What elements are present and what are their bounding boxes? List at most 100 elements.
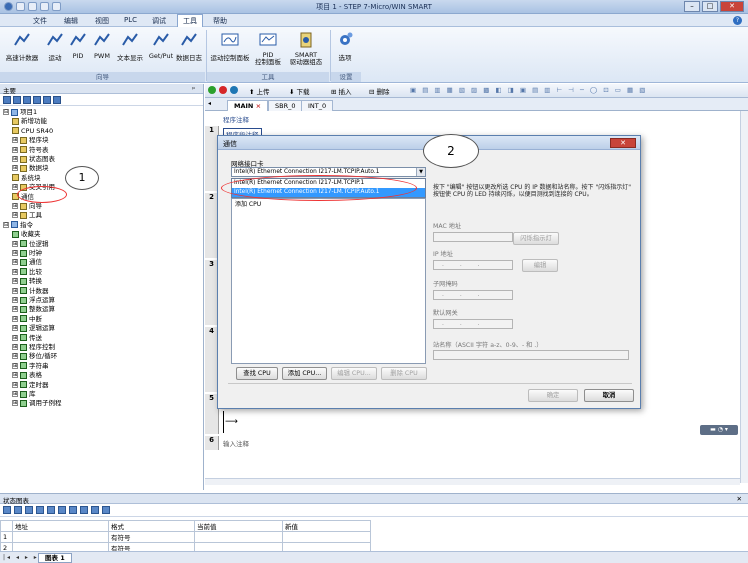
menu-file[interactable]: 文件 xyxy=(33,16,47,26)
menu-help[interactable]: 帮助 xyxy=(213,16,227,26)
expand-icon[interactable]: ⊞ xyxy=(12,306,18,313)
add-cpu-list-item[interactable]: 添加 CPU xyxy=(235,199,261,208)
menu-tools[interactable]: 工具 xyxy=(177,14,203,27)
rung-arrow-icon[interactable]: ⟶ xyxy=(225,417,238,427)
pid-wizard-button[interactable]: PID xyxy=(69,31,87,60)
find-cpu-button[interactable]: 查找 CPU xyxy=(236,367,278,380)
tree-item[interactable]: ⊞ 通信 xyxy=(12,258,42,267)
expand-icon[interactable]: ⊞ xyxy=(12,287,18,294)
chart-tool-icon[interactable] xyxy=(58,506,66,514)
expand-icon[interactable]: ⊞ xyxy=(12,156,18,162)
expand-icon[interactable]: ⊞ xyxy=(12,381,18,388)
close-window-button[interactable]: ✕ xyxy=(720,1,744,12)
chart-tool-icon[interactable] xyxy=(3,506,11,514)
tree-item[interactable]: ⊞ 移位/循环 xyxy=(12,352,57,361)
expand-icon[interactable]: ⊞ xyxy=(12,146,18,153)
expand-icon[interactable]: ⊞ xyxy=(12,250,18,256)
tab-chart-1[interactable]: 图表 1 xyxy=(38,553,72,563)
table-cell[interactable] xyxy=(282,531,371,543)
chart-tool-icon[interactable] xyxy=(14,506,22,514)
expand-icon[interactable]: ⊞ xyxy=(12,212,18,219)
menu-debug[interactable]: 调试 xyxy=(152,16,166,26)
collapse-icon[interactable]: ⊟ xyxy=(3,109,9,115)
pin-icon[interactable]: ᵖ xyxy=(192,85,195,93)
expand-icon[interactable]: ⊞ xyxy=(12,400,18,407)
expand-icon[interactable]: ⊞ xyxy=(12,362,18,369)
upload-button[interactable]: ⬆ 上传 xyxy=(249,86,270,96)
minimize-button[interactable]: – xyxy=(684,1,700,12)
tree-item[interactable]: ⊞ 字符串 xyxy=(12,362,49,371)
floating-toolbar-widget[interactable]: ▬ ◔ ▾ xyxy=(700,425,738,435)
tree-item[interactable]: 系统块 xyxy=(12,174,41,183)
tree-item[interactable]: CPU SR40 xyxy=(12,127,53,136)
tree-item[interactable]: ⊞ 转换 xyxy=(12,277,42,286)
cpu-list[interactable]: 添加 CPU xyxy=(231,198,426,364)
maximize-button[interactable]: □ xyxy=(702,1,718,12)
edit-ip-button[interactable]: 编辑 xyxy=(522,259,558,272)
insert-button[interactable]: ⊞ 插入 xyxy=(331,86,352,96)
download-button[interactable]: ⬇ 下载 xyxy=(289,86,310,96)
tree-item[interactable]: ⊞ 程序控制 xyxy=(12,343,55,352)
run-icon[interactable] xyxy=(208,86,216,94)
tree-item[interactable]: ⊞ 逻辑运算 xyxy=(12,324,55,333)
cancel-button[interactable]: 取消 xyxy=(584,389,634,402)
dialog-close-button[interactable]: ✕ xyxy=(610,138,636,148)
smart-drive-button[interactable]: SMART 驱动器组态 xyxy=(285,31,327,66)
tab-int0[interactable]: INT_0 xyxy=(301,100,334,111)
delete-button[interactable]: ⊟ 删除 xyxy=(369,86,390,96)
tree-item[interactable]: ⊞ 整数运算 xyxy=(12,305,55,314)
options-button[interactable]: 选项 xyxy=(334,31,356,62)
expand-icon[interactable]: ⊞ xyxy=(12,268,18,275)
datalog-wizard-button[interactable]: 数据日志 xyxy=(175,31,203,62)
toolbar-icons[interactable]: ▣ ▤ ▥ ▦ ▧ ▨ ▩ ◧ ◨ ▣ ▤ ▥ ⊢ ⊣ ─ ◯ ⊡ ▭ ▦ ▧ xyxy=(410,86,647,94)
getput-wizard-button[interactable]: Get/Put xyxy=(147,31,175,60)
chart-tool-icon[interactable] xyxy=(25,506,33,514)
tree-tool-icon[interactable] xyxy=(53,96,61,104)
tree-item[interactable]: ⊞ 库 xyxy=(12,390,36,399)
tree-item[interactable]: ⊞ 数据块 xyxy=(12,164,49,173)
chart-tool-icon[interactable] xyxy=(47,506,55,514)
expand-icon[interactable]: ⊞ xyxy=(12,372,18,379)
tree-item[interactable]: 收藏夹 xyxy=(12,230,41,239)
pid-panel-button[interactable]: PID 控制面板 xyxy=(253,31,283,66)
pwm-wizard-button[interactable]: PWM xyxy=(91,31,113,60)
collapse-icon[interactable]: ⊟ xyxy=(3,221,9,228)
tree-tool-icon[interactable] xyxy=(13,96,21,104)
edit-cpu-button[interactable]: 编辑 CPU... xyxy=(331,367,377,380)
expand-icon[interactable]: ⊞ xyxy=(12,259,18,266)
tree-item[interactable]: ⊞ 时钟 xyxy=(12,249,42,258)
tree-item[interactable]: ⊞ 计数器 xyxy=(12,287,49,296)
expand-icon[interactable]: ⊞ xyxy=(12,391,18,397)
tree-item[interactable]: ⊞ 程序块 xyxy=(12,136,49,145)
expand-icon[interactable]: ⊞ xyxy=(12,315,18,322)
tree-item[interactable]: ⊞ 表格 xyxy=(12,371,42,380)
editor-vertical-scrollbar[interactable] xyxy=(740,111,748,483)
tree-item[interactable]: ⊞ 定时器 xyxy=(12,381,49,390)
expand-icon[interactable]: ⊞ xyxy=(12,184,18,191)
motion-wizard-button[interactable]: 运动 xyxy=(44,31,66,62)
chart-tool-icon[interactable] xyxy=(36,506,44,514)
tree-tool-icon[interactable] xyxy=(33,96,41,104)
motion-panel-button[interactable]: 运动控制面板 xyxy=(209,31,251,62)
tab-sbr0[interactable]: SBR_0 xyxy=(268,100,303,111)
chart-tool-icon[interactable] xyxy=(91,506,99,514)
expand-icon[interactable]: ⊞ xyxy=(12,297,18,303)
tree-item[interactable]: ⊞ 符号表 xyxy=(12,146,49,155)
expand-icon[interactable]: ⊞ xyxy=(12,278,18,285)
expand-icon[interactable]: ⊞ xyxy=(12,240,18,247)
editor-horizontal-scrollbar[interactable] xyxy=(205,478,740,485)
expand-icon[interactable]: ⊞ xyxy=(12,325,18,332)
tree-tool-icon[interactable] xyxy=(43,96,51,104)
tree-item[interactable]: ⊞ 比较 xyxy=(12,268,42,277)
tree-item[interactable]: ⊞ 状态图表 xyxy=(12,155,55,164)
sheet-nav-icons[interactable]: |◂ ◂ ▸ ▸| xyxy=(3,554,43,561)
expand-icon[interactable]: ⊞ xyxy=(12,137,18,144)
tree-item[interactable]: ⊟ 指令 xyxy=(3,221,33,230)
tree-item[interactable]: ⊞ 传送 xyxy=(12,334,42,343)
delete-cpu-button[interactable]: 删除 CPU xyxy=(381,367,427,380)
tree-item[interactable]: ⊞ 中断 xyxy=(12,315,42,324)
add-cpu-button[interactable]: 添加 CPU... xyxy=(282,367,327,380)
tree-item[interactable]: ⊞ 位逻辑 xyxy=(12,240,49,249)
network-6-comment[interactable]: 输入注释 xyxy=(223,438,249,448)
blink-led-button[interactable]: 闪烁指示灯 xyxy=(513,232,559,245)
